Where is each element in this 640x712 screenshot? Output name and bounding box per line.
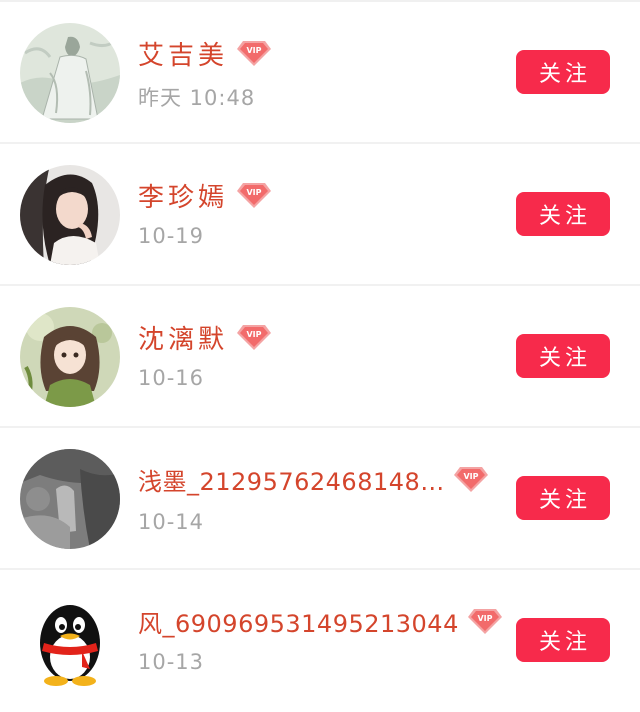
list-item[interactable]: 风_690969531495213044 VIP 10-13 关注	[0, 570, 640, 712]
qq-penguin-avatar-image	[20, 591, 120, 691]
timestamp: 昨天 10:48	[138, 86, 256, 110]
svg-text:VIP: VIP	[477, 614, 492, 623]
vip-badge-icon: VIP	[453, 467, 488, 492]
timestamp: 10-14	[138, 510, 205, 534]
timestamp: 10-13	[138, 650, 205, 674]
follow-button[interactable]: 关注	[516, 476, 610, 520]
svg-text:VIP: VIP	[247, 188, 262, 197]
user-name-line: 风_690969531495213044 VIP	[138, 601, 503, 641]
girl-photo-avatar-image	[20, 165, 120, 265]
user-name-line: 艾吉美 VIP	[138, 33, 272, 73]
anime-girl-avatar-image	[20, 307, 120, 407]
vip-badge-icon: VIP	[237, 41, 272, 66]
avatar[interactable]	[20, 165, 120, 265]
user-name: 艾吉美	[138, 40, 229, 71]
follow-button[interactable]: 关注	[516, 334, 610, 378]
avatar[interactable]	[20, 449, 120, 549]
vip-badge-icon: VIP	[237, 183, 272, 208]
user-name: 沈漓默	[138, 324, 229, 355]
vip-badge-icon: VIP	[237, 325, 272, 350]
avatar[interactable]	[20, 591, 120, 691]
svg-text:VIP: VIP	[463, 472, 478, 481]
vip-badge-icon: VIP	[467, 609, 502, 634]
user-name: 风_690969531495213044	[138, 609, 459, 638]
user-name: 浅墨_21295762468148…	[138, 467, 445, 496]
timestamp: 10-16	[138, 366, 205, 390]
follow-button[interactable]: 关注	[516, 618, 610, 662]
follow-button[interactable]: 关注	[516, 192, 610, 236]
user-name-line: 沈漓默 VIP	[138, 317, 272, 357]
svg-text:VIP: VIP	[247, 46, 262, 55]
user-name: 李珍嫣	[138, 182, 229, 213]
follow-button[interactable]: 关注	[516, 50, 610, 94]
list-item[interactable]: 沈漓默 VIP 10-16 关注	[0, 286, 640, 428]
avatar[interactable]	[20, 23, 120, 123]
list-item[interactable]: 浅墨_21295762468148… VIP 10-14 关注	[0, 428, 640, 570]
user-name-line: 李珍嫣 VIP	[138, 175, 272, 215]
avatar[interactable]	[20, 307, 120, 407]
ink-painting-avatar-image	[20, 23, 120, 123]
blurry-photo-avatar-image	[20, 449, 120, 549]
svg-text:VIP: VIP	[247, 330, 262, 339]
list-item[interactable]: 李珍嫣 VIP 10-19 关注	[0, 144, 640, 286]
timestamp: 10-19	[138, 224, 205, 248]
user-name-line: 浅墨_21295762468148… VIP	[138, 459, 489, 499]
list-item[interactable]: 艾吉美 VIP 昨天 10:48 关注	[0, 2, 640, 144]
